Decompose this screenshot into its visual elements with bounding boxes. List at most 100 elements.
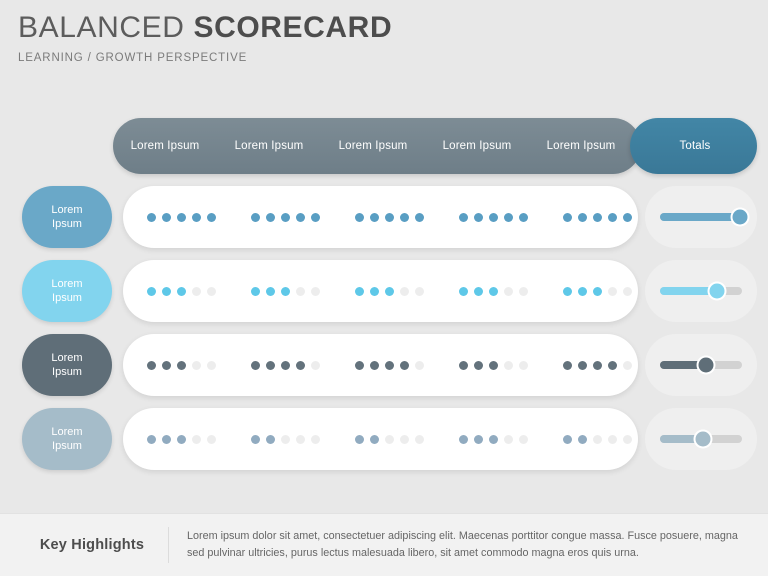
rating-dot-filled [458,286,468,296]
row-badge-label-line2: Ipsum [52,292,82,304]
header-cell-2[interactable]: Lorem Ipsum [217,118,321,174]
row-badge-2[interactable]: Lorem Ipsum [22,260,112,322]
header-cell-5[interactable]: Lorem Ipsum [529,118,633,174]
total-slider-r1[interactable] [660,209,748,225]
totals-pill [645,260,757,322]
rating-dots-r4-c5[interactable] [545,434,649,444]
rating-dot-empty [310,286,320,296]
totals-pill [645,408,757,470]
rating-dots-r3-c3[interactable] [337,360,441,370]
rating-dot-empty [384,434,394,444]
rating-dot-filled [488,286,498,296]
rating-dot-filled [265,286,275,296]
rating-dot-filled [176,212,186,222]
rating-dot-filled [161,360,171,370]
rating-dot-filled [488,212,498,222]
rating-dots-r2-c5[interactable] [545,286,649,296]
row-badge-3[interactable]: Lorem Ipsum [22,334,112,396]
row-badge-label-line2: Ipsum [52,366,82,378]
rating-dot-filled [607,360,617,370]
rating-dot-filled [503,212,513,222]
rating-dots-r2-c1[interactable] [129,286,233,296]
rating-dot-filled [562,360,572,370]
table-header: Lorem Ipsum Lorem Ipsum Lorem Ipsum Lorem I… [113,118,757,174]
rating-dot-filled [488,434,498,444]
rating-dot-filled [473,212,483,222]
header-cell-3[interactable]: Lorem Ipsum [321,118,425,174]
rating-dot-filled [146,434,156,444]
rating-dot-filled [577,434,587,444]
rating-dot-empty [310,360,320,370]
rating-dot-filled [473,286,483,296]
scorecard-rows: Lorem Ipsum Lorem Ipsum Lorem Ipsum Lorem Ipsum [0,186,768,482]
slider-knob[interactable] [698,357,714,373]
rating-dots-r1-c4[interactable] [441,212,545,222]
rating-dots-r4-c1[interactable] [129,434,233,444]
rating-dot-filled [369,212,379,222]
rating-dots-r1-c2[interactable] [233,212,337,222]
rating-dot-filled [191,212,201,222]
header-cell-list: Lorem Ipsum Lorem Ipsum Lorem Ipsum Lorem I… [113,118,757,174]
row-badge-4[interactable]: Lorem Ipsum [22,408,112,470]
rating-dot-filled [206,212,216,222]
rating-dots-r3-c1[interactable] [129,360,233,370]
scorecard-row: Lorem Ipsum [0,408,768,470]
rating-dots-r2-c2[interactable] [233,286,337,296]
rating-dot-filled [622,212,632,222]
rating-dot-empty [399,286,409,296]
scorecard-row: Lorem Ipsum [0,334,768,396]
rating-dots-r4-c2[interactable] [233,434,337,444]
rating-dot-empty [191,434,201,444]
rating-dot-filled [161,286,171,296]
rating-dots-r1-c5[interactable] [545,212,649,222]
slider-knob[interactable] [695,431,711,447]
rating-dots-r3-c5[interactable] [545,360,649,370]
page-title-bold: SCORECARD [193,11,393,44]
rating-dot-empty [280,434,290,444]
scorecard-row: Lorem Ipsum [0,260,768,322]
rating-dot-filled [250,286,260,296]
rating-dot-empty [295,286,305,296]
rating-dot-filled [176,434,186,444]
row-badge-1[interactable]: Lorem Ipsum [22,186,112,248]
totals-pill [645,186,757,248]
key-highlights-label: Key Highlights [39,537,145,553]
rating-dots-r4-c4[interactable] [441,434,545,444]
rating-dot-filled [592,286,602,296]
rating-dot-filled [488,360,498,370]
slider-knob[interactable] [709,283,725,299]
total-slider-r4[interactable] [660,431,742,447]
scorecard-row: Lorem Ipsum [0,186,768,248]
rating-dot-filled [384,212,394,222]
rating-dot-empty [503,360,513,370]
rating-dot-filled [295,360,305,370]
row-pill [123,186,638,248]
slider-fill [660,287,717,295]
header-cell-4[interactable]: Lorem Ipsum [425,118,529,174]
total-slider-r2[interactable] [660,283,742,299]
rating-dots-r1-c3[interactable] [337,212,441,222]
key-highlights-text: Lorem ipsum dolor sit amet, consectetuer… [187,530,738,559]
row-badge-label-line1: Lorem [51,203,83,216]
rating-dots-r3-c2[interactable] [233,360,337,370]
rating-dots-r3-c4[interactable] [441,360,545,370]
rating-dots-r4-c3[interactable] [337,434,441,444]
rating-dot-empty [607,434,617,444]
rating-dots-r2-c3[interactable] [337,286,441,296]
rating-dot-filled [310,212,320,222]
row-badge-label-line1: Lorem [51,425,83,438]
rating-dot-filled [176,360,186,370]
slider-knob[interactable] [732,209,748,225]
rating-dot-filled [354,286,364,296]
header-cell-1[interactable]: Lorem Ipsum [113,118,217,174]
rating-dot-filled [176,286,186,296]
row-badge-label-line1: Lorem [51,351,83,364]
rating-dot-filled [250,434,260,444]
rating-dot-empty [414,286,424,296]
rating-dots-r2-c4[interactable] [441,286,545,296]
slide-root: BALANCED SCORECARD LEARNING / GROWTH PER… [0,0,768,576]
footer: Key Highlights Lorem ipsum dolor sit ame… [0,513,768,576]
rating-dots-r1-c1[interactable] [129,212,233,222]
header-cell-totals[interactable]: Totals [633,118,757,174]
total-slider-r3[interactable] [660,357,742,373]
